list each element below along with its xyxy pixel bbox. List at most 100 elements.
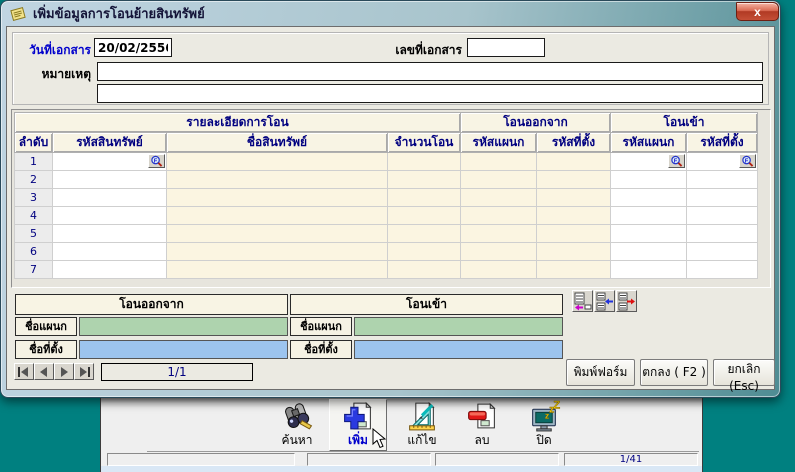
out-loc-cell[interactable]: [537, 189, 611, 207]
nav-previous-button[interactable]: [34, 363, 54, 380]
panel-out-title: โอนออกจาก: [15, 294, 288, 315]
group-header-transfer-in: โอนเข้า: [611, 113, 758, 133]
toolbar-button-search[interactable]: ค้นหา: [268, 399, 326, 451]
ok-button[interactable]: ตกลง ( F2 ): [640, 359, 708, 386]
remark-input-1[interactable]: [97, 62, 763, 81]
in-dept-cell[interactable]: [611, 261, 687, 279]
in-dept-cell[interactable]: [611, 243, 687, 261]
out-dept-cell[interactable]: [461, 261, 537, 279]
row-number-cell: 5: [15, 225, 53, 243]
asset-code-lookup-button[interactable]: F: [148, 154, 165, 168]
asset-code-cell[interactable]: [53, 189, 167, 207]
copy-all-left-button[interactable]: [594, 290, 615, 312]
grid-row-1: 1 F: [15, 153, 758, 171]
doc-no-input[interactable]: [467, 38, 545, 57]
out-dept-cell[interactable]: [461, 171, 537, 189]
in-dept-cell[interactable]: [611, 225, 687, 243]
out-loc-cell[interactable]: [537, 261, 611, 279]
panel-in-dept-label: ชื่อแผนก: [290, 317, 352, 336]
out-dept-cell[interactable]: [461, 243, 537, 261]
note-document-icon: [10, 6, 27, 22]
edit-document-icon: [405, 400, 439, 433]
in-loc-cell[interactable]: [687, 207, 758, 225]
out-loc-cell[interactable]: [537, 225, 611, 243]
out-loc-cell[interactable]: [537, 171, 611, 189]
asset-code-cell[interactable]: [53, 207, 167, 225]
asset-code-cell[interactable]: F: [53, 153, 167, 171]
asset-name-cell[interactable]: [167, 261, 388, 279]
in-loc-cell[interactable]: [687, 261, 758, 279]
toolbar-button-close[interactable]: z z Z ปิด: [515, 399, 573, 451]
asset-name-cell[interactable]: [167, 189, 388, 207]
panel-out-dept-value: [79, 317, 288, 336]
column-header-qty: จำนวนโอน: [388, 133, 461, 153]
qty-cell[interactable]: [388, 153, 461, 171]
first-record-icon: [18, 367, 30, 377]
qty-cell[interactable]: [388, 225, 461, 243]
copy-row-right-button[interactable]: [616, 290, 637, 312]
panel-in-loc-value: [354, 340, 563, 359]
in-dept-cell[interactable]: [611, 189, 687, 207]
qty-cell[interactable]: [388, 189, 461, 207]
in-loc-lookup-button[interactable]: F: [739, 154, 756, 168]
print-form-button[interactable]: พิมพ์ฟอร์ม: [566, 359, 635, 386]
qty-cell[interactable]: [388, 207, 461, 225]
panel-out-loc-label: ชื่อที่ตั้ง: [15, 340, 77, 359]
cancel-button[interactable]: ยกเลิก (Esc): [713, 359, 775, 386]
column-header-seq: ลำดับ: [15, 133, 53, 153]
qty-cell[interactable]: [388, 261, 461, 279]
asset-code-cell[interactable]: [53, 225, 167, 243]
doc-date-input[interactable]: [94, 38, 172, 57]
out-dept-cell[interactable]: [461, 153, 537, 171]
row-number-cell: 3: [15, 189, 53, 207]
status-bar: 1/41: [101, 453, 702, 466]
column-header-out-dept-code: รหัสแผนก: [461, 133, 537, 153]
in-dept-cell[interactable]: F: [611, 153, 687, 171]
in-loc-cell[interactable]: [687, 189, 758, 207]
toolbar-button-delete[interactable]: ลบ: [453, 399, 511, 451]
panel-out-dept-label: ชื่อแผนก: [15, 317, 77, 336]
transfer-grid-container: รายละเอียดการโอน โอนออกจาก โอนเข้า ลำดับ…: [11, 109, 771, 288]
in-dept-cell[interactable]: [611, 171, 687, 189]
out-loc-cell[interactable]: [537, 243, 611, 261]
out-loc-cell[interactable]: [537, 153, 611, 171]
in-loc-cell[interactable]: [687, 243, 758, 261]
qty-cell[interactable]: [388, 171, 461, 189]
nav-next-button[interactable]: [54, 363, 74, 380]
status-panel-3: [435, 453, 559, 466]
out-dept-cell[interactable]: [461, 225, 537, 243]
in-dept-cell[interactable]: [611, 207, 687, 225]
grid-row-6: 6: [15, 243, 758, 261]
in-loc-cell[interactable]: [687, 225, 758, 243]
toolbar-button-edit[interactable]: แก้ไข: [393, 399, 451, 451]
dialog-titlebar[interactable]: เพิ่มข้อมูลการโอนย้ายสินทรัพย์ x: [1, 1, 780, 26]
asset-name-cell[interactable]: [167, 225, 388, 243]
asset-name-cell[interactable]: [167, 171, 388, 189]
row-number-cell: 1: [15, 153, 53, 171]
asset-code-cell[interactable]: [53, 171, 167, 189]
asset-name-cell[interactable]: [167, 153, 388, 171]
lookup-magnifier-icon: F: [740, 155, 755, 167]
asset-code-cell[interactable]: [53, 243, 167, 261]
status-panel-1: [107, 453, 295, 466]
grid-row-4: 4: [15, 207, 758, 225]
out-dept-cell[interactable]: [461, 189, 537, 207]
out-dept-cell[interactable]: [461, 207, 537, 225]
in-loc-cell[interactable]: [687, 171, 758, 189]
remark-input-2[interactable]: [97, 84, 763, 103]
nav-first-button[interactable]: [14, 363, 34, 380]
panel-in-loc-label: ชื่อที่ตั้ง: [290, 340, 352, 359]
copy-row-left-button[interactable]: [572, 290, 593, 312]
panel-in-dept-value: [354, 317, 563, 336]
asset-name-cell[interactable]: [167, 243, 388, 261]
qty-cell[interactable]: [388, 243, 461, 261]
out-loc-cell[interactable]: [537, 207, 611, 225]
asset-name-cell[interactable]: [167, 207, 388, 225]
close-button[interactable]: x: [736, 2, 779, 21]
asset-code-cell[interactable]: [53, 261, 167, 279]
in-dept-lookup-button[interactable]: F: [668, 154, 685, 168]
copy-all-left-icon: [596, 292, 614, 311]
toolbar-label-close: ปิด: [536, 433, 551, 447]
nav-last-button[interactable]: [74, 363, 94, 380]
in-loc-cell[interactable]: F: [687, 153, 758, 171]
